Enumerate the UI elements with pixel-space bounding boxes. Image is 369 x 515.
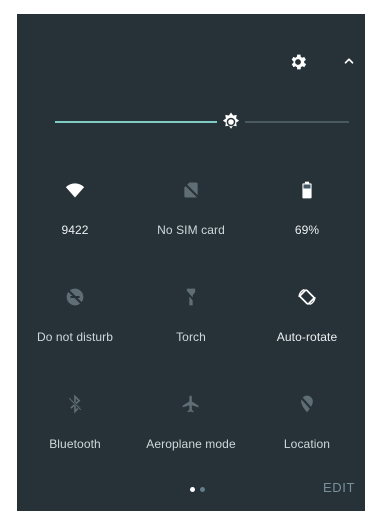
tile-auto-rotate[interactable]: Auto-rotate [249, 281, 365, 361]
no-sim-icon [182, 181, 200, 199]
tile-label: Do not disturb [36, 330, 114, 344]
brightness-track-fill [55, 121, 217, 123]
tile-label: Aeroplane mode [146, 437, 236, 451]
quick-settings-panel: 9422 No SIM card 69% Do not disturb Torc… [17, 14, 365, 511]
brightness-icon[interactable] [219, 110, 243, 134]
page-dot[interactable] [200, 487, 205, 492]
auto-rotate-icon [298, 288, 316, 306]
location-off-icon [299, 395, 315, 413]
tile-location[interactable]: Location [249, 388, 365, 468]
chevron-up-icon[interactable] [342, 54, 356, 68]
page-dot[interactable] [190, 487, 195, 492]
torch-icon [183, 288, 199, 306]
do-not-disturb-icon [66, 288, 84, 306]
tile-aeroplane-mode[interactable]: Aeroplane mode [133, 388, 249, 468]
bluetooth-off-icon [67, 394, 83, 414]
brightness-slider[interactable] [55, 110, 349, 134]
tile-sim[interactable]: No SIM card [133, 174, 249, 254]
tile-label: 69% [294, 223, 320, 237]
tile-label: Torch [176, 330, 206, 344]
tile-do-not-disturb[interactable]: Do not disturb [17, 281, 133, 361]
tile-label: No SIM card [157, 223, 225, 237]
tile-label: Auto-rotate [276, 330, 338, 344]
tile-wifi[interactable]: 9422 [17, 174, 133, 254]
tile-label: 9422 [61, 223, 89, 237]
tile-label: Location [283, 437, 331, 451]
tile-label: Bluetooth [49, 437, 101, 451]
airplane-icon [182, 395, 199, 413]
wifi-icon [65, 183, 85, 198]
tile-torch[interactable]: Torch [133, 281, 249, 361]
quick-settings-header [17, 14, 365, 106]
tile-battery[interactable]: 69% [249, 174, 365, 254]
brightness-track [245, 121, 349, 123]
page-indicator [188, 486, 208, 494]
edit-button[interactable]: EDIT [323, 480, 355, 495]
battery-icon [302, 181, 312, 199]
tile-bluetooth[interactable]: Bluetooth [17, 388, 133, 468]
gear-icon[interactable] [288, 52, 308, 72]
